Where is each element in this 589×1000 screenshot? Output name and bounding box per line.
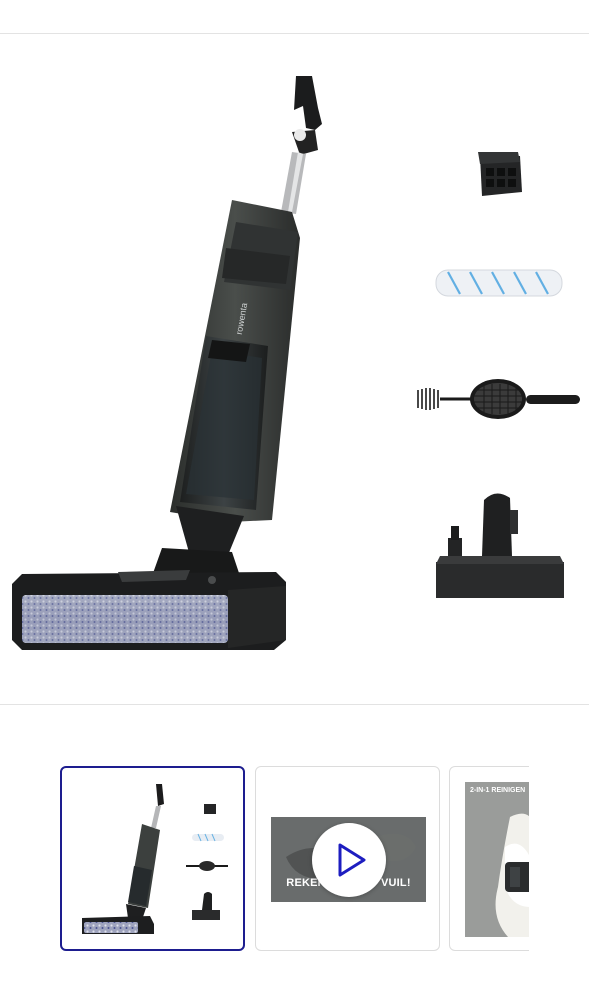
docking-station-illustration: [436, 493, 564, 598]
thumbnail-feature-image[interactable]: 2-IN-1 REINIGEN: [449, 766, 529, 951]
feature-caption: 2-IN-1 REINIGEN: [470, 787, 526, 794]
top-divider: [0, 33, 589, 34]
thumbnail-clip: 2-IN-1 REINIGEN: [449, 760, 529, 960]
bottom-divider: [0, 704, 589, 705]
play-button[interactable]: [312, 823, 386, 897]
thumbnail-product-icon: [82, 784, 228, 934]
vacuum-illustration: rowenta: [12, 76, 322, 650]
filter-cartridge-illustration: [478, 152, 522, 196]
main-product-image: rowenta: [12, 76, 580, 650]
roller-brush-illustration: [435, 269, 563, 297]
feature-image: [465, 782, 529, 937]
cleaning-tool-illustration: [417, 379, 580, 419]
play-icon: [338, 843, 366, 877]
thumbnail-product-image[interactable]: [60, 766, 245, 951]
thumbnail-video[interactable]: REKENT AF MET VUIL!: [255, 766, 440, 951]
